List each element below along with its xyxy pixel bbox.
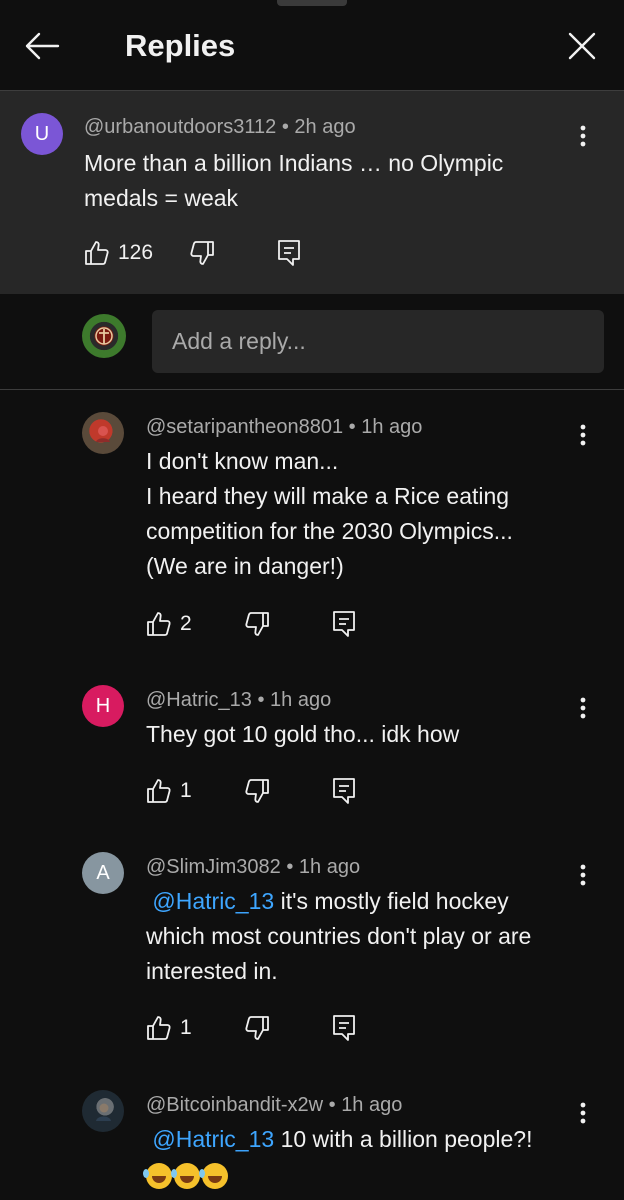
my-avatar [82, 314, 126, 358]
rolling-on-floor-laughing-emoji [199, 1162, 228, 1189]
comment-meta: @setaripantheon8801 • 1h ago [146, 416, 423, 438]
comment-author[interactable]: @setaripantheon8801 [146, 416, 343, 438]
comment-body: 10 with a billion people?! [274, 1126, 533, 1152]
thumbs-down-icon [245, 612, 269, 636]
rolling-on-floor-laughing-emoji [171, 1162, 200, 1189]
comment-time: 1h ago [361, 416, 423, 438]
comment-author[interactable]: @urbanoutdoors3112 [84, 116, 276, 138]
comment-line: I heard they will make a Rice eating com… [146, 483, 513, 544]
like-count: 1 [180, 1016, 192, 1039]
comment-actions: 2 [146, 607, 356, 641]
reply-bar [0, 294, 624, 390]
page-title: Replies [125, 28, 236, 63]
back-button[interactable] [20, 24, 64, 68]
comment-line: (We are in danger!) [146, 553, 344, 579]
person-photo-icon [96, 1103, 111, 1121]
like-count: 2 [180, 612, 192, 635]
avatar[interactable]: U [21, 113, 63, 155]
arrow-left-icon [25, 32, 60, 60]
more-vert-icon [580, 864, 586, 886]
mention-link[interactable]: @Hatric_13 [152, 888, 274, 914]
avatar[interactable] [82, 412, 124, 454]
thumbs-down-icon [245, 779, 269, 803]
dislike-button[interactable] [244, 778, 270, 804]
more-options-button[interactable] [568, 693, 598, 723]
thumbs-down-icon [245, 1016, 269, 1040]
thumbs-up-icon [147, 1016, 171, 1040]
comment-time: 2h ago [294, 116, 356, 138]
comment-author[interactable]: @Hatric_13 [146, 689, 252, 711]
reply-button[interactable] [277, 239, 301, 267]
parent-comment: U @urbanoutdoors3112 • 2h ago More than … [0, 90, 624, 294]
like-button[interactable]: 1 [146, 778, 192, 804]
close-icon [568, 32, 596, 60]
reply-button[interactable] [332, 777, 356, 805]
profile-emblem-icon [95, 327, 113, 345]
comment-time: 1h ago [341, 1094, 403, 1116]
header: Replies [0, 0, 624, 90]
like-count: 126 [118, 241, 154, 264]
comment-text: I don't know man... I heard they will ma… [146, 444, 566, 584]
dislike-button[interactable] [244, 1015, 270, 1041]
more-options-button[interactable] [568, 420, 598, 450]
comment-meta: @SlimJim3082 • 1h ago [146, 856, 361, 878]
character-avatar-icon [96, 426, 110, 442]
comment-meta: @urbanoutdoors3112 • 2h ago [84, 116, 356, 138]
reply-button[interactable] [332, 610, 356, 638]
comment-icon [332, 778, 355, 804]
thumbs-up-icon [147, 779, 171, 803]
comment-meta: @Bitcoinbandit-x2w • 1h ago [146, 1094, 403, 1116]
avatar[interactable]: A [82, 852, 124, 894]
thumbs-up-icon [147, 612, 171, 636]
comment-text: @Hatric_13 it's mostly field hockey whic… [146, 884, 566, 989]
dislike-button[interactable] [189, 240, 215, 266]
comment-time: 1h ago [298, 856, 361, 878]
comment-text: More than a billion Indians … no Olympic… [84, 150, 504, 211]
comment-actions: 126 [84, 236, 301, 270]
thumbs-down-icon [190, 241, 214, 265]
more-options-button[interactable] [568, 121, 598, 151]
comment-actions: 1 [146, 1011, 356, 1045]
like-button[interactable]: 2 [146, 611, 192, 637]
dislike-button[interactable] [244, 611, 270, 637]
comment-icon [332, 611, 355, 637]
comment-time: 1h ago [270, 689, 332, 711]
like-button[interactable]: 1 [146, 1015, 192, 1041]
avatar[interactable] [82, 1090, 124, 1132]
reply-input[interactable] [152, 310, 604, 373]
more-options-button[interactable] [568, 860, 598, 890]
like-button[interactable]: 126 [84, 240, 153, 266]
emoji-row [143, 1157, 566, 1192]
comment-text: @Hatric_13 10 with a billion people?! [143, 1122, 566, 1192]
comment-meta: @Hatric_13 • 1h ago [146, 689, 332, 711]
comment-icon [332, 1015, 355, 1041]
rolling-on-floor-laughing-emoji [143, 1162, 172, 1189]
more-options-button[interactable] [568, 1098, 598, 1128]
comment-text: They got 10 gold tho... idk how [146, 721, 460, 747]
comment-icon [278, 240, 300, 266]
comment-actions: 1 [146, 774, 356, 808]
more-vert-icon [580, 424, 586, 446]
close-button[interactable] [560, 24, 604, 68]
reply-button[interactable] [332, 1014, 356, 1042]
comment-author[interactable]: @Bitcoinbandit-x2w [146, 1094, 323, 1116]
mention-link[interactable]: @Hatric_13 [152, 1126, 274, 1152]
comment-line: I don't know man... [146, 448, 339, 474]
avatar[interactable]: H [82, 685, 124, 727]
thumbs-up-icon [85, 241, 109, 265]
more-vert-icon [580, 1102, 586, 1124]
comment-author[interactable]: @SlimJim3082 [146, 856, 281, 878]
like-count: 1 [180, 779, 192, 802]
more-vert-icon [580, 125, 586, 147]
more-vert-icon [580, 697, 586, 719]
